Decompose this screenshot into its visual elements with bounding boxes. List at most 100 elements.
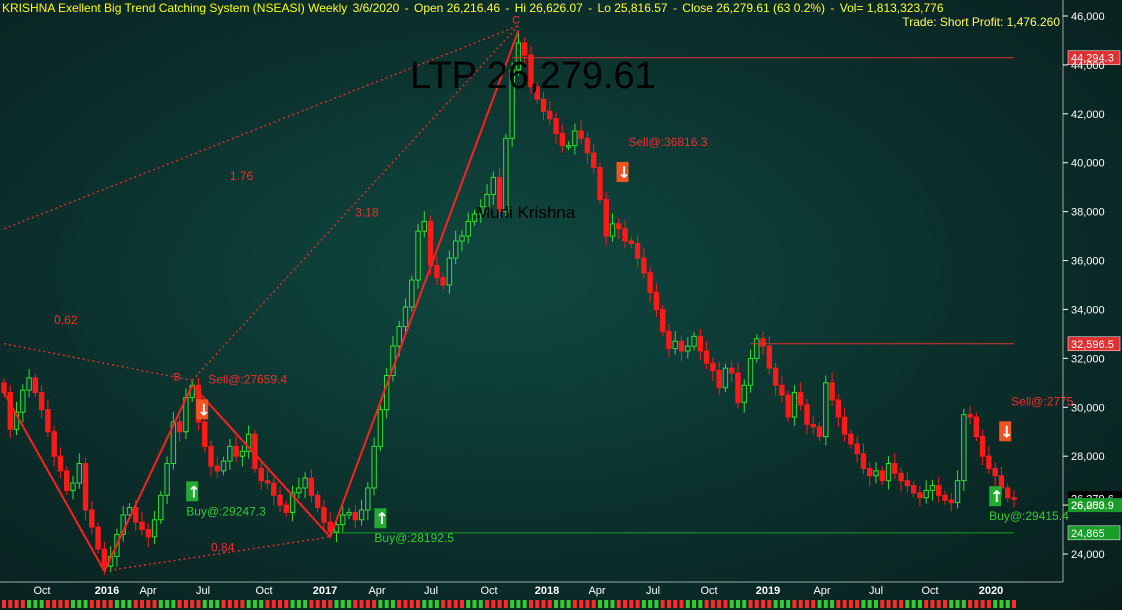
- signal-ribbon-cell: [77, 600, 82, 608]
- candle-body: [145, 529, 151, 538]
- candle-body: [409, 279, 415, 308]
- candle-body: [572, 130, 578, 147]
- candle-body: [697, 335, 704, 352]
- candle-body: [779, 384, 785, 396]
- candle-body: [992, 467, 998, 477]
- signal-ribbon-cell: [397, 600, 402, 608]
- signal-ribbon-cell: [742, 600, 747, 608]
- candle-body: [948, 499, 954, 504]
- stock-chart[interactable]: 1.76 3.18 0.62 0.84 B C 44,294.3 32,596.5 24,865…: [0, 0, 1122, 610]
- signal-ribbon-cell: [974, 600, 979, 608]
- buy-arrow-icon: ↑: [187, 482, 200, 501]
- chart-date: 3/6/2020: [352, 1, 400, 15]
- signal-ribbon-cell: [522, 600, 527, 608]
- buy-signal-label: Buy@:28192.5: [374, 531, 454, 545]
- candle-body: [214, 465, 220, 472]
- signal-ribbon-cell: [503, 600, 508, 608]
- candle-body: [89, 509, 95, 528]
- candle-body: [641, 257, 647, 274]
- signal-ribbon-cell: [961, 600, 966, 608]
- signal-ribbon-cell: [830, 600, 835, 608]
- signal-ribbon-cell: [447, 600, 452, 608]
- candle-body: [678, 340, 685, 352]
- x-tick-label: Apr: [139, 585, 156, 597]
- signal-ribbon-cell: [886, 600, 891, 608]
- watermark-text: Murli Krishna: [476, 203, 576, 222]
- sell-signal-label: Sell@:36816.3: [629, 135, 708, 149]
- candle-body: [57, 455, 64, 472]
- signal-ribbon-cell: [227, 600, 232, 608]
- signal-ribbon-cell: [390, 600, 395, 608]
- signal-ribbon-cell: [347, 600, 352, 608]
- x-tick-label: Oct: [700, 585, 717, 597]
- candle-body: [628, 240, 635, 244]
- signal-ribbon-cell: [340, 600, 345, 608]
- candle-body: [929, 485, 936, 491]
- signal-ribbon-cell: [1005, 600, 1010, 608]
- candle-body: [584, 137, 591, 154]
- signal-ribbon-cell: [152, 600, 157, 608]
- trade-profit: Trade: Short Profit: 1,476.260: [902, 15, 1060, 29]
- signal-ribbon-cell: [999, 600, 1004, 608]
- fib-ratio-label: 0.62: [54, 313, 78, 327]
- candle-body: [459, 235, 465, 242]
- signal-ribbon-cell: [64, 600, 69, 608]
- signal-ribbon-cell: [259, 600, 264, 608]
- signal-ribbon-cell: [942, 600, 947, 608]
- signal-ribbon-cell: [165, 600, 170, 608]
- signal-ribbon-cell: [321, 600, 326, 608]
- signal-ribbon-cell: [723, 600, 728, 608]
- fib-ratio-label: 0.84: [211, 541, 235, 555]
- signal-ribbon-cell: [892, 600, 897, 608]
- signal-ribbon-cell: [240, 600, 245, 608]
- candle-body: [434, 264, 440, 279]
- signal-ribbon-cell: [585, 600, 590, 608]
- signal-ribbon-cell: [905, 600, 910, 608]
- signal-ribbon-cell: [158, 600, 163, 608]
- candle-body: [321, 507, 327, 523]
- header-sep: -: [505, 1, 510, 15]
- candle-body: [101, 548, 108, 567]
- chart-canvas[interactable]: 1.763.180.620.84BC44,294.332,596.524,865…: [0, 0, 1122, 610]
- candle-body: [446, 257, 453, 286]
- candle-body: [986, 455, 992, 469]
- candle-body: [810, 423, 816, 428]
- candle-body: [741, 384, 747, 403]
- volume-value: Vol= 1,813,323,776: [839, 1, 944, 15]
- candle-body: [271, 482, 277, 496]
- candle-body: [553, 118, 559, 134]
- y-tick-label: 34,000: [1071, 304, 1105, 316]
- buy-arrow-icon: ↑: [375, 509, 388, 528]
- y-tick-label: 36,000: [1071, 256, 1105, 268]
- candle-body: [521, 42, 528, 56]
- signal-ribbon-cell: [899, 600, 904, 608]
- candle-body: [917, 492, 923, 499]
- signal-ribbon-cell: [303, 600, 308, 608]
- candle-body: [1, 382, 7, 394]
- signal-ribbon-cell: [880, 600, 885, 608]
- signal-ribbon-cell: [234, 600, 239, 608]
- signal-ribbon-cell: [692, 600, 697, 608]
- candle-body: [346, 511, 352, 516]
- signal-ribbon-cell: [528, 600, 533, 608]
- candle-body: [979, 436, 986, 457]
- signal-ribbon-cell: [804, 600, 809, 608]
- signal-ribbon-cell: [416, 600, 421, 608]
- signal-ribbon-cell: [146, 600, 151, 608]
- signal-ribbon-cell: [114, 600, 119, 608]
- candle-body: [220, 460, 227, 472]
- candle-body: [873, 470, 879, 477]
- x-tick-label: Oct: [255, 585, 272, 597]
- signal-ribbon-cell: [372, 600, 377, 608]
- candle-body: [565, 145, 572, 148]
- candle-body: [402, 306, 409, 328]
- signal-ribbon-cell: [591, 600, 596, 608]
- candle-body: [804, 404, 810, 425]
- signal-ribbon-cell: [434, 600, 439, 608]
- candle-body: [208, 445, 214, 467]
- candle-body: [747, 357, 754, 386]
- candle-body: [264, 480, 271, 484]
- price-level-label: 32,596.5: [1071, 339, 1114, 351]
- signal-ribbon-cell: [986, 600, 991, 608]
- x-tick-label: Oct: [921, 585, 938, 597]
